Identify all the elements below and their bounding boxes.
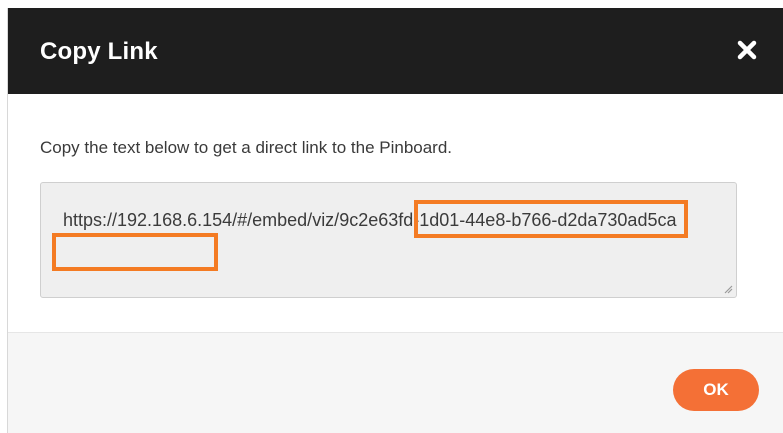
ok-button[interactable]: OK [673, 369, 759, 411]
resize-handle-icon[interactable] [723, 284, 733, 294]
highlight-box-guid-part1 [414, 200, 688, 238]
dialog-body: Copy the text below to get a direct link… [8, 94, 783, 333]
highlight-box-guid-part2 [52, 233, 218, 271]
close-button[interactable] [733, 36, 761, 64]
dialog-footer: OK [8, 333, 783, 433]
instruction-text: Copy the text below to get a direct link… [40, 138, 453, 157]
dialog-header: Copy Link [8, 8, 783, 94]
dialog-title: Copy Link [40, 38, 158, 65]
copy-link-dialog: Copy Link Copy the text below to get a d… [8, 8, 783, 433]
close-icon [737, 40, 757, 60]
link-textarea[interactable]: https://192.168.6.154/#/embed/viz/9c2e63… [40, 182, 737, 298]
